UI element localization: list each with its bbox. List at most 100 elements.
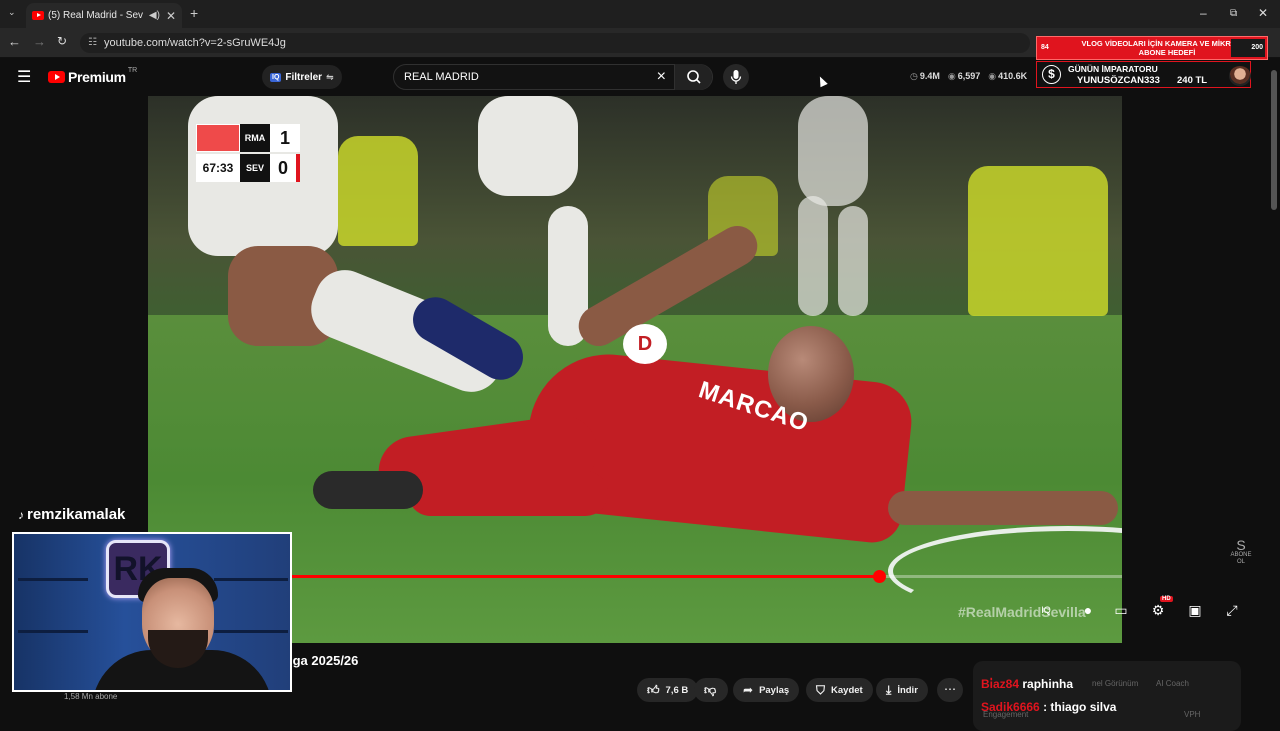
team2-score: 0 bbox=[270, 154, 300, 182]
microphone-icon bbox=[730, 70, 742, 84]
clock-icon: ◷ bbox=[910, 71, 918, 81]
download-button[interactable]: ⤓ İndir bbox=[876, 678, 928, 702]
video-progress-bar[interactable] bbox=[148, 570, 1122, 583]
chat-text: raphinha bbox=[1022, 677, 1074, 691]
site-info-icon[interactable]: ☷ bbox=[88, 33, 97, 53]
share-label: Paylaş bbox=[759, 684, 790, 696]
tab-list-icon[interactable]: ⌄ bbox=[8, 7, 16, 18]
close-window-icon[interactable]: ✕ bbox=[1258, 6, 1268, 20]
views-stat: ◷ 9.4M bbox=[910, 71, 940, 81]
video-hashtag: #RealMadridSevilla bbox=[958, 604, 1086, 620]
save-button[interactable]: ⛉ Kaydet bbox=[806, 678, 873, 702]
subscriber-goal-widget: 84 VLOG VİDEOLARI İÇİN KAMERA VE MİKROFO… bbox=[1036, 36, 1268, 60]
tab-title: (5) Real Madrid - Sevilla (2- bbox=[48, 10, 143, 21]
league-logo bbox=[196, 124, 240, 152]
speaker-icon[interactable]: ◀) bbox=[149, 10, 160, 21]
close-tab-icon[interactable]: ✕ bbox=[166, 9, 176, 23]
youtube-play-icon bbox=[48, 71, 65, 83]
goal-count: 84 bbox=[1041, 44, 1049, 51]
youtube-logo[interactable]: Premium TR bbox=[48, 67, 137, 85]
video-player[interactable]: MARCAO D RMA 1 67:33 SEV 0 bbox=[148, 96, 1122, 643]
dislike-button[interactable]: 👎︎ bbox=[694, 678, 728, 702]
fullscreen-icon[interactable]: ⤢ bbox=[1222, 602, 1242, 620]
url-field[interactable]: ☷ youtube.com/watch?v=2-sGruWE4Jg bbox=[80, 33, 1030, 53]
iq-icon[interactable]: IQ bbox=[1036, 605, 1056, 623]
thumbs-up-icon: 👍︎ bbox=[647, 682, 660, 697]
subscriber-count: 1,58 Mn abone bbox=[64, 692, 118, 701]
voice-search-button[interactable] bbox=[723, 64, 749, 90]
save-label: Kaydet bbox=[831, 684, 863, 696]
shelf bbox=[18, 578, 88, 581]
search-button[interactable] bbox=[674, 64, 712, 90]
menu-icon[interactable]: ☰ bbox=[17, 67, 31, 87]
restore-icon[interactable]: ⧉ bbox=[1230, 8, 1237, 19]
scrollbar-thumb[interactable] bbox=[1271, 70, 1277, 210]
goal-target: 200 bbox=[1231, 39, 1265, 57]
tiktok-icon: ♪ bbox=[18, 507, 24, 522]
shelf bbox=[214, 578, 288, 581]
like-count: 7,6 B bbox=[665, 684, 689, 696]
subtitles-icon[interactable]: ▭ bbox=[1111, 602, 1131, 620]
donor-avatar bbox=[1229, 66, 1251, 86]
browser-tab[interactable]: (5) Real Madrid - Sevilla (2- ◀) ✕ bbox=[26, 3, 182, 28]
download-icon: ⤓ bbox=[886, 682, 892, 697]
tiktok-username: remzikamalak bbox=[27, 506, 126, 523]
search-input[interactable]: REAL MADRID × bbox=[393, 64, 713, 90]
emperor-title: GÜNÜN İMPARATORU bbox=[1068, 64, 1158, 74]
settings-gear-icon[interactable]: ⚙ bbox=[1148, 602, 1168, 620]
more-actions-button[interactable]: ⋯ bbox=[937, 678, 963, 702]
white-kit-player bbox=[478, 96, 578, 196]
emperor-name: YUNUSÖZCAN333 bbox=[1077, 75, 1160, 86]
match-clock: 67:33 bbox=[196, 154, 240, 182]
search-value: REAL MADRID bbox=[404, 71, 479, 83]
logo-text: Premium bbox=[68, 69, 126, 85]
chat-message: Sadik6666 : thiago silva bbox=[981, 700, 1116, 714]
video-stats: ◷ 9.4M ◉ 6,597 ◉ 410.6K bbox=[910, 71, 1027, 82]
chat-user: Sadik6666 bbox=[981, 700, 1040, 714]
sliders-icon: ⇋ bbox=[326, 71, 334, 82]
steward-figure bbox=[338, 136, 418, 246]
dollar-icon: $ bbox=[1042, 65, 1061, 84]
filters-label: Filtreler bbox=[285, 71, 323, 83]
tiktok-handle: ♪ remzikamalak bbox=[18, 506, 125, 523]
bookmark-icon: ⛉ bbox=[816, 682, 826, 697]
sponsor-logo: D bbox=[623, 324, 667, 364]
scoreboard: RMA 1 67:33 SEV 0 bbox=[196, 124, 304, 182]
player-arm bbox=[888, 491, 1118, 525]
like-button[interactable]: 👍︎ 7,6 B bbox=[637, 678, 699, 702]
background-player bbox=[798, 196, 828, 316]
thumbs-down-icon: 👎︎ bbox=[704, 682, 717, 697]
red-kit-leg bbox=[408, 471, 608, 516]
forward-icon[interactable]: → bbox=[33, 34, 46, 49]
shelf bbox=[18, 630, 88, 633]
eye-icon: ◉ bbox=[947, 71, 956, 81]
chat-message: Bi̇az84 raphinha bbox=[981, 677, 1073, 691]
top-donor-widget: $ GÜNÜN İMPARATORU YUNUSÖZCAN333 240 TL bbox=[1036, 61, 1251, 88]
background-player bbox=[798, 96, 868, 206]
progress-scrubber[interactable] bbox=[872, 570, 886, 583]
clear-search-icon[interactable]: × bbox=[657, 65, 666, 89]
steward-figure bbox=[968, 166, 1108, 316]
page-scrollbar[interactable] bbox=[1270, 62, 1278, 718]
autoplay-toggle-icon[interactable]: ● bbox=[1078, 602, 1098, 620]
subscribe-label: ABONE OL bbox=[1230, 552, 1252, 565]
goal-text: VLOG VİDEOLARI İÇİN KAMERA VE MİKROFON A… bbox=[1081, 39, 1253, 57]
search-icon bbox=[687, 70, 701, 84]
shelf bbox=[214, 630, 288, 633]
minimize-icon[interactable]: – bbox=[1200, 6, 1207, 20]
ai-coach-tab[interactable]: AI Coach bbox=[1156, 679, 1189, 688]
share-button[interactable]: ➦ Paylaş bbox=[733, 678, 800, 702]
view-tab[interactable]: nel Görünüm bbox=[1092, 679, 1138, 688]
new-tab-icon[interactable]: + bbox=[190, 5, 198, 21]
filters-button[interactable]: IQ Filtreler ⇋ bbox=[262, 65, 342, 89]
emperor-amount: 240 TL bbox=[1177, 75, 1208, 86]
subscribe-watermark[interactable]: S ABONE OL bbox=[1228, 538, 1254, 566]
back-icon[interactable]: ← bbox=[8, 34, 21, 49]
filters-badge: IQ bbox=[270, 72, 282, 82]
miniplayer-icon[interactable]: ▣ bbox=[1185, 602, 1205, 620]
watching-stat: ◉ 6,597 bbox=[947, 71, 981, 81]
webcam-overlay: RK bbox=[12, 532, 292, 692]
team1-score: 1 bbox=[270, 124, 300, 152]
team1-name: RMA bbox=[240, 124, 270, 152]
reload-icon[interactable]: ↻ bbox=[57, 34, 67, 48]
